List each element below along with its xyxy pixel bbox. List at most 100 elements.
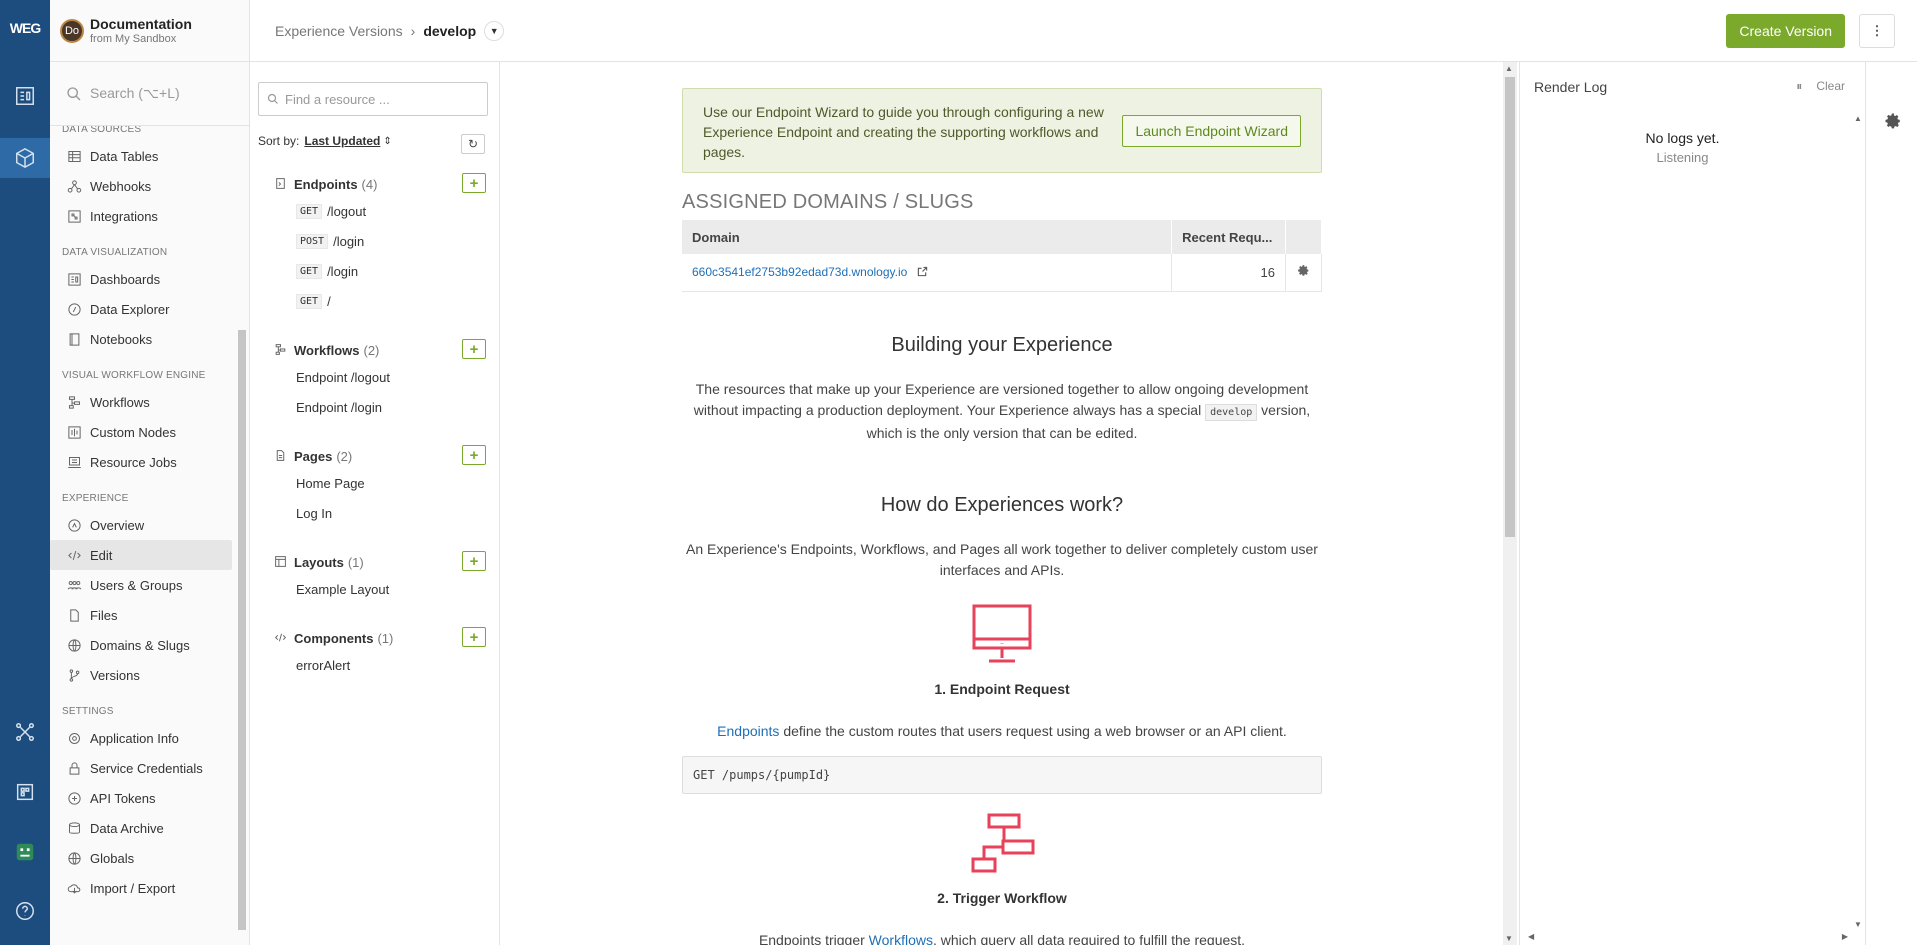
how-experiences-work-heading: How do Experiences work? — [880, 493, 1124, 516]
endpoint-item[interactable]: POST/login — [274, 226, 484, 256]
add-endpoint-button[interactable]: + — [462, 173, 486, 193]
right-tool-rail — [1865, 62, 1917, 945]
version-dropdown-button[interactable]: ▼ — [484, 20, 505, 41]
step-2-description: , which query all data required to fulfi… — [932, 931, 1246, 945]
nav-item-notebooks[interactable]: Notebooks — [50, 324, 232, 354]
nav-item-label: Notebooks — [90, 331, 153, 347]
dashboards-rail-icon[interactable] — [0, 76, 50, 116]
nav-item-api-tokens[interactable]: API Tokens — [50, 783, 232, 813]
breadcrumb-experience-versions[interactable]: Experience Versions — [275, 23, 403, 39]
add-page-button[interactable]: + — [462, 445, 486, 465]
notebook-icon — [66, 331, 82, 347]
sort-select[interactable]: Last Updated — [304, 134, 380, 148]
nav-item-users-groups[interactable]: Users & Groups — [50, 570, 232, 600]
table-row: 660c3541ef2753b92edad73d.wnology.io 16 — [682, 254, 1323, 292]
domain-column-header[interactable]: Domain — [682, 220, 1173, 254]
scroll-up-arrow-icon[interactable]: ▲ — [1505, 64, 1513, 73]
scroll-down-arrow-icon[interactable]: ▼ — [1854, 920, 1862, 929]
main-scrollbar-thumb[interactable] — [1505, 77, 1515, 537]
nav-item-application-info[interactable]: Application Info — [50, 723, 232, 753]
log-horizontal-scrollbar[interactable]: ◀ ▶ — [1520, 931, 1852, 945]
nav-item-integrations[interactable]: Integrations — [50, 201, 232, 231]
app-header[interactable]: Do Documentation from My Sandbox — [50, 0, 249, 62]
brand-logo[interactable]: WEG — [8, 20, 42, 42]
nav-item-globals[interactable]: Globals — [50, 843, 232, 873]
nav-search[interactable]: Search (⌥+L) — [50, 62, 249, 126]
add-layout-button[interactable]: + — [462, 551, 486, 571]
pause-button[interactable]: ⏸ — [1796, 79, 1802, 94]
organizations-rail-icon[interactable] — [0, 772, 50, 812]
nav-item-import-export[interactable]: Import / Export — [50, 873, 232, 903]
scroll-right-arrow-icon[interactable]: ▶ — [1842, 932, 1848, 941]
workflows-group-header[interactable]: Workflows (2) + — [274, 338, 486, 362]
nav-item-workflows[interactable]: Workflows — [50, 387, 232, 417]
page-item[interactable]: Home Page — [274, 468, 484, 498]
page-item[interactable]: Log In — [274, 498, 484, 528]
nav-item-custom-nodes[interactable]: Custom Nodes — [50, 417, 232, 447]
components-group-header[interactable]: Components (1) + — [274, 626, 486, 650]
nav-item-webhooks[interactable]: Webhooks — [50, 171, 232, 201]
pages-group: Pages (2) + Home Page Log In — [274, 444, 486, 528]
overview-icon — [66, 517, 82, 533]
endpoints-link[interactable]: Endpoints — [717, 723, 779, 739]
nav-item-data-explorer[interactable]: Data Explorer — [50, 294, 232, 324]
component-item[interactable]: errorAlert — [274, 650, 484, 680]
endpoint-path: /login — [327, 263, 359, 279]
listening-status: Listening — [1656, 150, 1709, 165]
nav-item-edit[interactable]: Edit — [50, 540, 232, 570]
sort-control: Sort by: Last Updated ⇕ — [258, 134, 392, 148]
log-vertical-scrollbar[interactable]: ▲ ▼ — [1851, 112, 1865, 945]
launch-endpoint-wizard-button[interactable]: Launch Endpoint Wizard — [1122, 115, 1301, 147]
nav-item-dashboards[interactable]: Dashboards — [50, 264, 232, 294]
http-method-badge: GET — [296, 293, 323, 309]
scroll-left-arrow-icon[interactable]: ◀ — [1528, 932, 1534, 941]
nav-item-versions[interactable]: Versions — [50, 660, 232, 690]
workflows-count: (2) — [363, 342, 380, 358]
nav-item-files[interactable]: Files — [50, 600, 232, 630]
endpoint-item[interactable]: GET/logout — [274, 196, 484, 226]
token-icon — [66, 790, 82, 806]
layouts-group-header[interactable]: Layouts (1) + — [274, 550, 486, 574]
nav-section-workflow-engine: VISUAL WORKFLOW ENGINE — [62, 370, 206, 381]
scroll-down-arrow-icon[interactable]: ▼ — [1505, 934, 1513, 943]
nav-item-data-archive[interactable]: Data Archive — [50, 813, 232, 843]
main-scrollbar[interactable]: ▲ ▼ — [1503, 62, 1517, 945]
pages-group-header[interactable]: Pages (2) + — [274, 444, 486, 468]
nav-section-settings: SETTINGS — [62, 706, 114, 717]
layout-item[interactable]: Example Layout — [274, 574, 484, 604]
code-icon — [274, 631, 288, 645]
add-component-button[interactable]: + — [462, 627, 486, 647]
applications-rail-icon[interactable] — [0, 138, 50, 178]
endpoints-group-header[interactable]: Endpoints (4) + — [274, 172, 486, 196]
devices-rail-icon[interactable] — [0, 712, 50, 752]
find-resource-input[interactable]: Find a resource ... — [258, 82, 488, 116]
endpoint-item[interactable]: GET/login — [274, 256, 484, 286]
settings-gear-icon[interactable] — [1884, 112, 1902, 130]
add-workflow-button[interactable]: + — [462, 339, 486, 359]
refresh-button[interactable]: ↻ — [461, 134, 485, 154]
user-avatar-icon[interactable] — [0, 832, 50, 872]
domain-link[interactable]: 660c3541ef2753b92edad73d.wnology.io — [682, 254, 1173, 292]
caret-down-icon: ▼ — [489, 25, 499, 36]
recent-requests-column-header[interactable]: Recent Requ... — [1171, 220, 1286, 254]
scroll-up-arrow-icon[interactable]: ▲ — [1854, 114, 1862, 123]
nav-item-resource-jobs[interactable]: Resource Jobs — [50, 447, 232, 477]
layout-icon — [274, 555, 288, 569]
workflow-item[interactable]: Endpoint /login — [274, 392, 484, 422]
nav-item-domains-slugs[interactable]: Domains & Slugs — [50, 630, 232, 660]
nav-item-service-credentials[interactable]: Service Credentials — [50, 753, 232, 783]
more-options-button[interactable]: ⋮ — [1859, 14, 1895, 48]
workflow-item[interactable]: Endpoint /logout — [274, 362, 484, 392]
help-icon[interactable] — [0, 891, 50, 931]
domain-settings-cell[interactable] — [1285, 254, 1323, 292]
nav-item-label: API Tokens — [90, 790, 156, 806]
sort-arrows-icon[interactable]: ⇕ — [383, 136, 391, 147]
nav-item-data-tables[interactable]: Data Tables — [50, 141, 232, 171]
nav-scrollbar[interactable] — [237, 130, 247, 938]
endpoint-item[interactable]: GET / — [274, 286, 484, 316]
nav-item-overview[interactable]: Overview — [50, 510, 232, 540]
create-version-button[interactable]: Create Version — [1726, 14, 1845, 48]
clear-log-button[interactable]: Clear — [1816, 79, 1845, 94]
workflows-link[interactable]: Workflows — [869, 932, 933, 945]
recent-requests-count: 16 — [1171, 254, 1286, 292]
